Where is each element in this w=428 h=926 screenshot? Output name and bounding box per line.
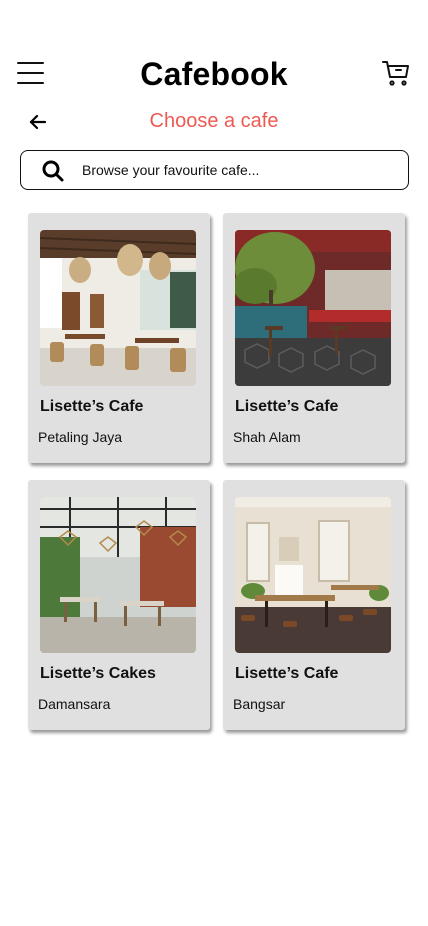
cafe-name: Lisette’s Cakes bbox=[40, 665, 156, 682]
shopping-cart-icon[interactable] bbox=[381, 58, 411, 88]
cafe-location: Bangsar bbox=[233, 696, 286, 712]
cafe-card[interactable]: Lisette’s Cafe Bangsar bbox=[223, 480, 405, 730]
cafe-location: Shah Alam bbox=[233, 429, 301, 445]
app-title: Cafebook bbox=[140, 56, 288, 92]
cafe-card[interactable]: Lisette’s Cakes Damansara bbox=[28, 480, 210, 730]
cafe-name: Lisette’s Cafe bbox=[40, 398, 144, 415]
cafe-card[interactable]: Lisette’s Cafe Shah Alam bbox=[223, 213, 405, 463]
cafe-name: Lisette’s Cafe bbox=[235, 665, 339, 682]
cafe-location: Petaling Jaya bbox=[38, 429, 123, 445]
cafe-card[interactable]: Lisette’s Cafe Petaling Jaya bbox=[28, 213, 210, 463]
search-input[interactable] bbox=[82, 158, 392, 182]
cafe-photo bbox=[40, 497, 196, 653]
cafe-name: Lisette’s Cafe bbox=[235, 398, 339, 415]
cafe-photo bbox=[235, 497, 391, 653]
cafe-photo bbox=[235, 230, 391, 386]
search-icon[interactable] bbox=[41, 159, 65, 183]
cafe-location: Damansara bbox=[38, 696, 111, 712]
cafe-photo bbox=[40, 230, 196, 386]
page-heading: Choose a cafe bbox=[149, 110, 279, 132]
search-bar[interactable] bbox=[20, 150, 409, 190]
